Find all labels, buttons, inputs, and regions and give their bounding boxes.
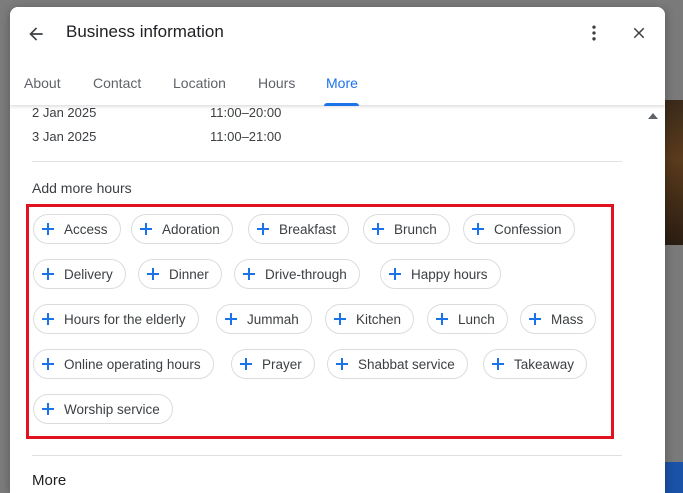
chip-label: Kitchen bbox=[356, 311, 402, 327]
scroll-up-arrow-icon[interactable] bbox=[648, 113, 658, 119]
chip-label: Breakfast bbox=[279, 221, 337, 237]
chip-label: Access bbox=[64, 221, 108, 237]
chip-takeaway[interactable]: Takeaway bbox=[483, 349, 588, 379]
chip-label: Jummah bbox=[247, 311, 299, 327]
chip-label: Confession bbox=[494, 221, 562, 237]
tab-about[interactable]: About bbox=[24, 75, 61, 91]
tab-more[interactable]: More bbox=[326, 75, 358, 91]
plus-icon bbox=[42, 358, 54, 370]
business-information-dialog: Business information About Contact Locat… bbox=[10, 7, 665, 493]
dialog-content: 2 Jan 2025 11:00–20:00 3 Jan 2025 11:00–… bbox=[10, 105, 665, 493]
chip-adoration[interactable]: Adoration bbox=[131, 214, 233, 244]
close-icon bbox=[633, 27, 645, 39]
dialog-title: Business information bbox=[66, 22, 224, 41]
chip-label: Prayer bbox=[262, 356, 302, 372]
chip-label: Drive-through bbox=[265, 266, 347, 282]
divider bbox=[32, 455, 622, 456]
chip-access[interactable]: Access bbox=[33, 214, 121, 244]
plus-icon bbox=[42, 268, 54, 280]
add-more-hours-title: Add more hours bbox=[32, 180, 132, 196]
plus-icon bbox=[140, 223, 152, 235]
hours-time: 11:00–21:00 bbox=[210, 129, 282, 144]
chip-label: Brunch bbox=[394, 221, 437, 237]
active-tab-indicator bbox=[324, 103, 359, 106]
close-button[interactable] bbox=[627, 21, 651, 45]
background-right-panel bbox=[665, 0, 683, 493]
chip-label: Worship service bbox=[64, 401, 160, 417]
chip-prayer[interactable]: Prayer bbox=[231, 349, 315, 379]
more-vert-icon bbox=[592, 25, 596, 41]
plus-icon bbox=[336, 358, 348, 370]
background-button bbox=[665, 462, 683, 493]
chip-brunch[interactable]: Brunch bbox=[363, 214, 450, 244]
chip-label: Happy hours bbox=[411, 266, 488, 282]
plus-icon bbox=[42, 313, 54, 325]
hours-date: 2 Jan 2025 bbox=[32, 105, 97, 120]
chip-label: Mass bbox=[551, 311, 584, 327]
chip-worship-service[interactable]: Worship service bbox=[33, 394, 173, 424]
plus-icon bbox=[147, 268, 159, 280]
chip-label: Takeaway bbox=[514, 356, 575, 372]
plus-icon bbox=[492, 358, 504, 370]
chip-label: Hours for the elderly bbox=[64, 311, 186, 327]
hours-date: 3 Jan 2025 bbox=[32, 129, 97, 144]
chip-dinner[interactable]: Dinner bbox=[138, 259, 222, 289]
chip-shabbat-service[interactable]: Shabbat service bbox=[327, 349, 468, 379]
plus-icon bbox=[472, 223, 484, 235]
plus-icon bbox=[257, 223, 269, 235]
plus-icon bbox=[240, 358, 252, 370]
chip-delivery[interactable]: Delivery bbox=[33, 259, 126, 289]
back-button[interactable] bbox=[24, 22, 48, 46]
chip-happy-hours[interactable]: Happy hours bbox=[380, 259, 501, 289]
chip-kitchen[interactable]: Kitchen bbox=[325, 304, 415, 334]
more-section-title: More bbox=[32, 472, 67, 489]
plus-icon bbox=[334, 313, 346, 325]
hours-time: 11:00–20:00 bbox=[210, 105, 282, 120]
chip-confession[interactable]: Confession bbox=[463, 214, 575, 244]
plus-icon bbox=[372, 223, 384, 235]
chip-mass[interactable]: Mass bbox=[520, 304, 597, 334]
arrow-back-icon bbox=[29, 27, 43, 41]
chip-jummah[interactable]: Jummah bbox=[216, 304, 312, 334]
chip-drive-through[interactable]: Drive-through bbox=[234, 259, 360, 289]
plus-icon bbox=[42, 223, 54, 235]
add-more-hours-chips-highlight: Access Adoration Breakfast Brunch Confes… bbox=[26, 204, 614, 439]
chip-label: Shabbat service bbox=[358, 356, 455, 372]
more-options-button[interactable] bbox=[582, 21, 606, 45]
divider bbox=[32, 161, 622, 162]
chip-breakfast[interactable]: Breakfast bbox=[248, 214, 350, 244]
chip-lunch[interactable]: Lunch bbox=[427, 304, 508, 334]
chip-label: Dinner bbox=[169, 266, 209, 282]
background-photo bbox=[665, 100, 683, 245]
tab-bar: About Contact Location Hours More bbox=[10, 65, 665, 106]
plus-icon bbox=[389, 268, 401, 280]
chip-label: Delivery bbox=[64, 266, 113, 282]
plus-icon bbox=[243, 268, 255, 280]
plus-icon bbox=[529, 313, 541, 325]
plus-icon bbox=[225, 313, 237, 325]
chip-label: Online operating hours bbox=[64, 356, 201, 372]
tab-location[interactable]: Location bbox=[173, 75, 226, 91]
chip-label: Lunch bbox=[458, 311, 495, 327]
tab-contact[interactable]: Contact bbox=[93, 75, 141, 91]
chip-hours-for-the-elderly[interactable]: Hours for the elderly bbox=[33, 304, 199, 334]
plus-icon bbox=[42, 403, 54, 415]
chip-online-operating-hours[interactable]: Online operating hours bbox=[33, 349, 214, 379]
tab-hours[interactable]: Hours bbox=[258, 75, 295, 91]
dialog-header: Business information About Contact Locat… bbox=[10, 7, 665, 106]
plus-icon bbox=[436, 313, 448, 325]
chip-label: Adoration bbox=[162, 221, 220, 237]
